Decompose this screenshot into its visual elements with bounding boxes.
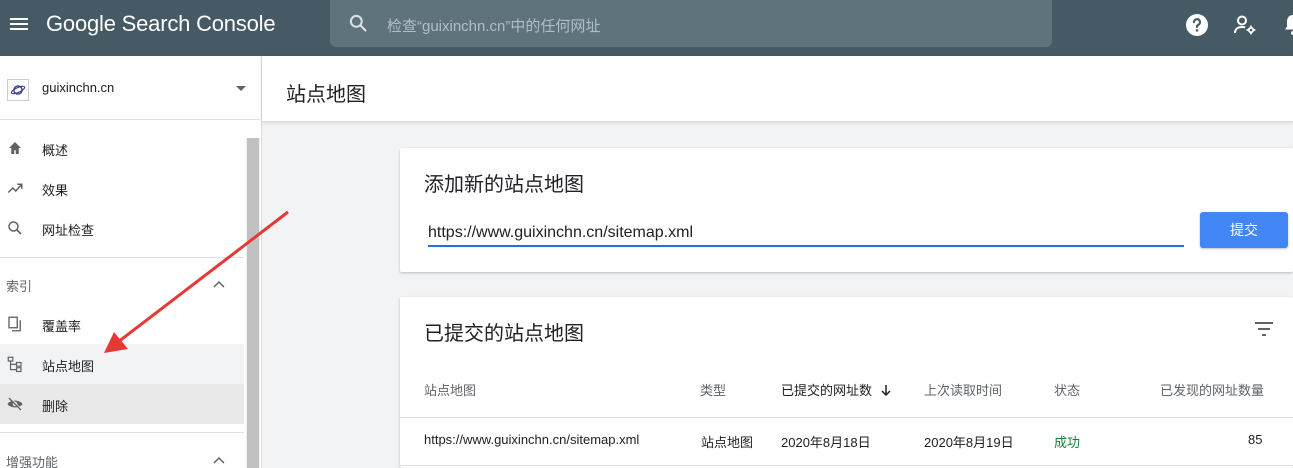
cell-status: 成功 (1054, 435, 1081, 450)
chevron-up-icon[interactable] (212, 454, 226, 468)
column-header-sitemap[interactable]: 站点地图 (424, 380, 476, 399)
section-label-index[interactable]: 索引 (6, 276, 32, 295)
submit-button[interactable]: 提交 (1200, 212, 1288, 248)
top-app-bar: Google Search Console 检查“guixinchn.cn”中的… (0, 0, 1293, 56)
cell-type: 站点地图 (701, 435, 754, 450)
table-row-divider (400, 465, 1293, 466)
table-header-divider (400, 417, 1293, 418)
planet-favicon-icon (7, 79, 29, 101)
cell-last-read-date: 2020年8月19日 (924, 435, 1014, 450)
manage-users-icon[interactable] (1233, 13, 1257, 37)
property-selector[interactable]: guixinchn.cn (0, 56, 260, 120)
submitted-sitemaps-card: 已提交的站点地图 站点地图 类型 已提交的网址数 上次读取时间 状态 已发现的网… (400, 297, 1293, 468)
sidebar-item-url-inspection[interactable]: 网址检查 (0, 208, 244, 248)
search-icon (8, 221, 22, 235)
arrow-down-icon (881, 385, 891, 396)
search-placeholder: 检查“guixinchn.cn”中的任何网址 (387, 18, 601, 35)
sidebar-divider (0, 432, 244, 433)
help-icon[interactable] (1185, 13, 1209, 37)
column-header-discovered-urls[interactable]: 已发现的网址数量 (1160, 380, 1264, 399)
sidebar-item-label: 覆盖率 (42, 319, 82, 334)
page-header: 站点地图 (262, 56, 1293, 122)
column-header-type[interactable]: 类型 (700, 380, 726, 399)
sidebar-item-label: 站点地图 (42, 359, 95, 374)
sitemap-url-input[interactable] (428, 221, 1184, 247)
section-label-enhancements[interactable]: 增强功能 (6, 452, 58, 468)
sitemap-icon (7, 356, 22, 373)
column-header-submitted-urls[interactable]: 已提交的网址数 (781, 380, 892, 399)
sidebar-item-label: 删除 (42, 399, 69, 414)
cell-discovered-count: 85 (1248, 432, 1263, 447)
sidebar-item-label: 概述 (42, 143, 69, 158)
sidebar-item-performance[interactable]: 效果 (0, 168, 244, 208)
submitted-sitemaps-title: 已提交的站点地图 (424, 323, 584, 345)
app-title[interactable]: Google Search Console (46, 11, 276, 37)
sidebar-item-overview[interactable]: 概述 (0, 128, 244, 168)
cell-sitemap-url: https://www.guixinchn.cn/sitemap.xml (424, 432, 640, 447)
sidebar-divider (0, 257, 244, 258)
trending-up-icon (7, 183, 23, 194)
column-header-last-read[interactable]: 上次读取时间 (924, 380, 1002, 399)
scrollbar-thumb[interactable] (247, 138, 259, 468)
cell-submitted-date: 2020年8月18日 (781, 435, 871, 450)
notifications-icon[interactable] (1281, 13, 1293, 37)
menu-icon[interactable] (8, 14, 30, 36)
sidebar-item-removals[interactable]: 删除 (0, 384, 244, 424)
eye-off-icon (7, 396, 23, 411)
column-header-label: 已提交的网址数 (781, 383, 873, 398)
sidebar-nav: guixinchn.cn 概述 效果 网址检查 索引 覆盖率 站点地图 删除 增… (0, 56, 262, 468)
sidebar-item-label: 网址检查 (42, 223, 95, 238)
add-sitemap-title: 添加新的站点地图 (424, 174, 584, 196)
sidebar-item-coverage[interactable]: 覆盖率 (0, 304, 244, 344)
url-inspection-search[interactable]: 检查“guixinchn.cn”中的任何网址 (330, 0, 1052, 47)
property-name: guixinchn.cn (42, 80, 115, 95)
chevron-up-icon[interactable] (212, 278, 226, 292)
filter-icon[interactable] (1252, 317, 1276, 341)
sidebar-item-label: 效果 (42, 183, 69, 198)
page-title: 站点地图 (286, 84, 366, 106)
copy-pages-icon (8, 316, 21, 332)
sidebar-item-sitemaps[interactable]: 站点地图 (0, 344, 244, 384)
column-header-status[interactable]: 状态 (1054, 380, 1080, 399)
add-sitemap-card: 添加新的站点地图 提交 (400, 148, 1293, 272)
sidebar-scrollbar[interactable] (246, 138, 260, 468)
home-icon (9, 142, 21, 154)
dropdown-caret-icon[interactable] (236, 86, 246, 91)
search-icon (349, 14, 367, 32)
